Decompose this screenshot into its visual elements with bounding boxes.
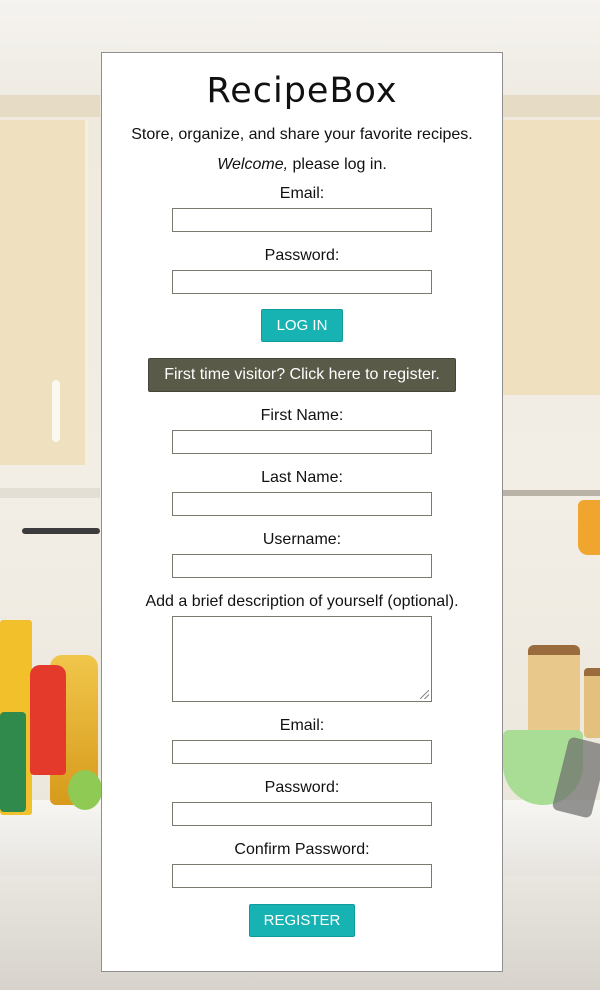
resize-grip-icon[interactable] <box>420 690 429 699</box>
last-name-input[interactable] <box>172 492 432 516</box>
first-name-label: First Name: <box>260 407 344 424</box>
first-name-input[interactable] <box>172 430 432 454</box>
confirm-password-input[interactable] <box>172 864 432 888</box>
register-form: First Name: Last Name: Username: Add a b… <box>102 406 502 937</box>
login-email-label: Email: <box>279 185 325 202</box>
register-button[interactable]: REGISTER <box>249 904 355 937</box>
auth-card: RecipeBox Store, organize, and share you… <box>101 52 503 972</box>
login-email-input[interactable] <box>172 208 432 232</box>
register-email-label: Email: <box>279 717 325 734</box>
description-label: Add a brief description of yourself (opt… <box>145 593 459 610</box>
username-input[interactable] <box>172 554 432 578</box>
register-password-input[interactable] <box>172 802 432 826</box>
confirm-password-label: Confirm Password: <box>234 841 370 858</box>
username-label: Username: <box>262 531 342 548</box>
register-email-input[interactable] <box>172 740 432 764</box>
register-password-label: Password: <box>264 779 340 796</box>
tagline: Store, organize, and share your favorite… <box>131 126 473 143</box>
welcome-text: please log in. <box>288 156 387 173</box>
last-name-label: Last Name: <box>261 469 343 486</box>
register-toggle-button[interactable]: First time visitor? Click here to regist… <box>148 358 456 392</box>
description-textarea[interactable] <box>172 616 432 702</box>
app-logo: RecipeBox <box>206 71 398 111</box>
login-button[interactable]: LOG IN <box>261 309 343 342</box>
welcome-message: Welcome, please log in. <box>102 155 502 175</box>
welcome-emphasis: Welcome, <box>217 156 289 173</box>
description-wrapper <box>172 616 432 702</box>
login-password-label: Password: <box>264 247 340 264</box>
login-form: Email: Password: LOG IN <box>102 184 502 342</box>
login-password-input[interactable] <box>172 270 432 294</box>
